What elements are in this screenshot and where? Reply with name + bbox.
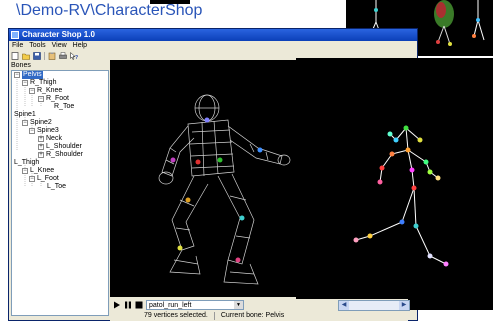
toolbar-separator — [44, 52, 45, 60]
app-icon — [11, 31, 19, 39]
tree-toggle[interactable]: − — [29, 128, 35, 134]
tree-item-label: Spine1 — [14, 111, 36, 118]
tree-item-label: L_Shoulder — [46, 143, 82, 150]
tree-item-label: R_Toe — [54, 103, 75, 110]
tree-item-label: R_Foot — [46, 95, 69, 102]
tree-item-spine1[interactable]: Spine1 — [14, 111, 36, 119]
tree-toggle[interactable]: + — [38, 136, 44, 142]
menu-tools[interactable]: Tools — [26, 41, 48, 51]
tree-item-r-knee[interactable]: − R_Knee — [29, 87, 62, 95]
menu-view[interactable]: View — [49, 41, 70, 51]
tree-item-spine3[interactable]: − Spine3 — [29, 127, 59, 135]
bone-tree: − Pelvis − R_Thigh − R_Knee − R_Foot R_T… — [11, 70, 109, 316]
status-current-bone: Current bone: Pelvis — [220, 312, 285, 319]
tree-item-label: Spine3 — [37, 127, 59, 134]
skeleton-viewport[interactable] — [296, 58, 493, 310]
tree-item-l-shoulder[interactable]: + L_Shoulder — [38, 143, 82, 151]
tree-toggle[interactable]: + — [38, 152, 44, 158]
tree-item-l-foot[interactable]: − L_Foot — [29, 175, 59, 183]
scroll-left-icon[interactable]: ◀ — [339, 301, 349, 310]
tree-item-r-shoulder[interactable]: + R_Shoulder — [38, 151, 83, 159]
tree-item-label: L_Thigh — [14, 159, 40, 166]
clipboard-icon[interactable] — [48, 52, 56, 60]
window-title: Character Shop 1.0 — [22, 30, 95, 39]
scroll-right-icon[interactable]: ▶ — [399, 301, 409, 310]
tree-toggle[interactable]: − — [22, 168, 28, 174]
tree-toggle[interactable]: − — [22, 80, 28, 86]
menu-help[interactable]: Help — [70, 41, 90, 51]
help-pointer-icon[interactable]: ? — [70, 52, 78, 60]
title-bar[interactable]: Character Shop 1.0 — [9, 29, 417, 41]
stop-icon[interactable] — [135, 301, 143, 309]
pause-icon[interactable] — [124, 301, 132, 309]
status-bar: 79 vertices selected. Current bone: Pelv… — [110, 311, 408, 321]
tree-item-l-knee[interactable]: − L_Knee — [22, 167, 54, 175]
tree-toggle[interactable]: − — [22, 120, 28, 126]
tree-item-label: R_Thigh — [30, 79, 57, 86]
print-icon[interactable] — [59, 52, 67, 60]
tree-toggle[interactable]: + — [38, 144, 44, 150]
screenshot-root: \Demo-RV\CharacterShop Character Shop 1.… — [0, 0, 493, 321]
status-vertices: 79 vertices selected. — [144, 312, 208, 319]
menu-file[interactable]: File — [9, 41, 26, 51]
play-icon[interactable] — [113, 301, 121, 309]
bones-panel-label: Bones — [11, 62, 31, 69]
tree-item-l-toe[interactable]: L_Toe — [47, 183, 66, 191]
tree-item-label: Pelvis — [22, 71, 43, 79]
tree-toggle[interactable]: − — [29, 88, 35, 94]
skeleton-figure — [353, 125, 449, 267]
tree-item-label: R_Knee — [37, 87, 63, 94]
status-divider — [213, 312, 215, 320]
tree-item-label: Spine2 — [30, 119, 52, 126]
open-folder-icon[interactable] — [22, 52, 30, 60]
tree-item-pelvis[interactable]: − Pelvis — [14, 71, 43, 79]
chevron-down-icon[interactable]: ▼ — [234, 301, 243, 309]
tree-item-r-foot[interactable]: − R_Foot — [38, 95, 69, 103]
tree-item-r-toe[interactable]: R_Toe — [54, 103, 74, 111]
path-title: \Demo-RV\CharacterShop — [16, 2, 203, 19]
tree-item-label: L_Foot — [37, 175, 59, 182]
svg-text:?: ? — [75, 55, 78, 60]
tree-item-label: Neck — [46, 135, 62, 142]
new-file-icon[interactable] — [11, 52, 19, 60]
wireframe-character — [158, 94, 291, 285]
tree-item-r-thigh[interactable]: − R_Thigh — [22, 79, 56, 87]
horizontal-scrollbar[interactable]: ◀ ▶ — [338, 300, 410, 311]
tree-item-neck[interactable]: + Neck — [38, 135, 62, 143]
animation-select[interactable]: patol_run_left ▼ — [146, 300, 244, 310]
tree-item-label: L_Toe — [47, 183, 67, 190]
tree-item-label: L_Knee — [30, 167, 55, 174]
tree-toggle[interactable]: − — [29, 176, 35, 182]
tree-item-l-thigh[interactable]: L_Thigh — [14, 159, 39, 167]
animation-select-value: patol_run_left — [149, 301, 192, 309]
menu-bar: File Tools View Help — [9, 41, 417, 51]
tree-item-label: R_Shoulder — [46, 151, 83, 158]
tree-toggle[interactable]: − — [14, 72, 20, 78]
tree-item-spine2[interactable]: − Spine2 — [22, 119, 52, 127]
banner-bar — [150, 0, 190, 4]
wireframe-viewport[interactable] — [110, 60, 296, 297]
save-disk-icon[interactable] — [33, 52, 41, 60]
tree-toggle[interactable]: − — [38, 96, 44, 102]
